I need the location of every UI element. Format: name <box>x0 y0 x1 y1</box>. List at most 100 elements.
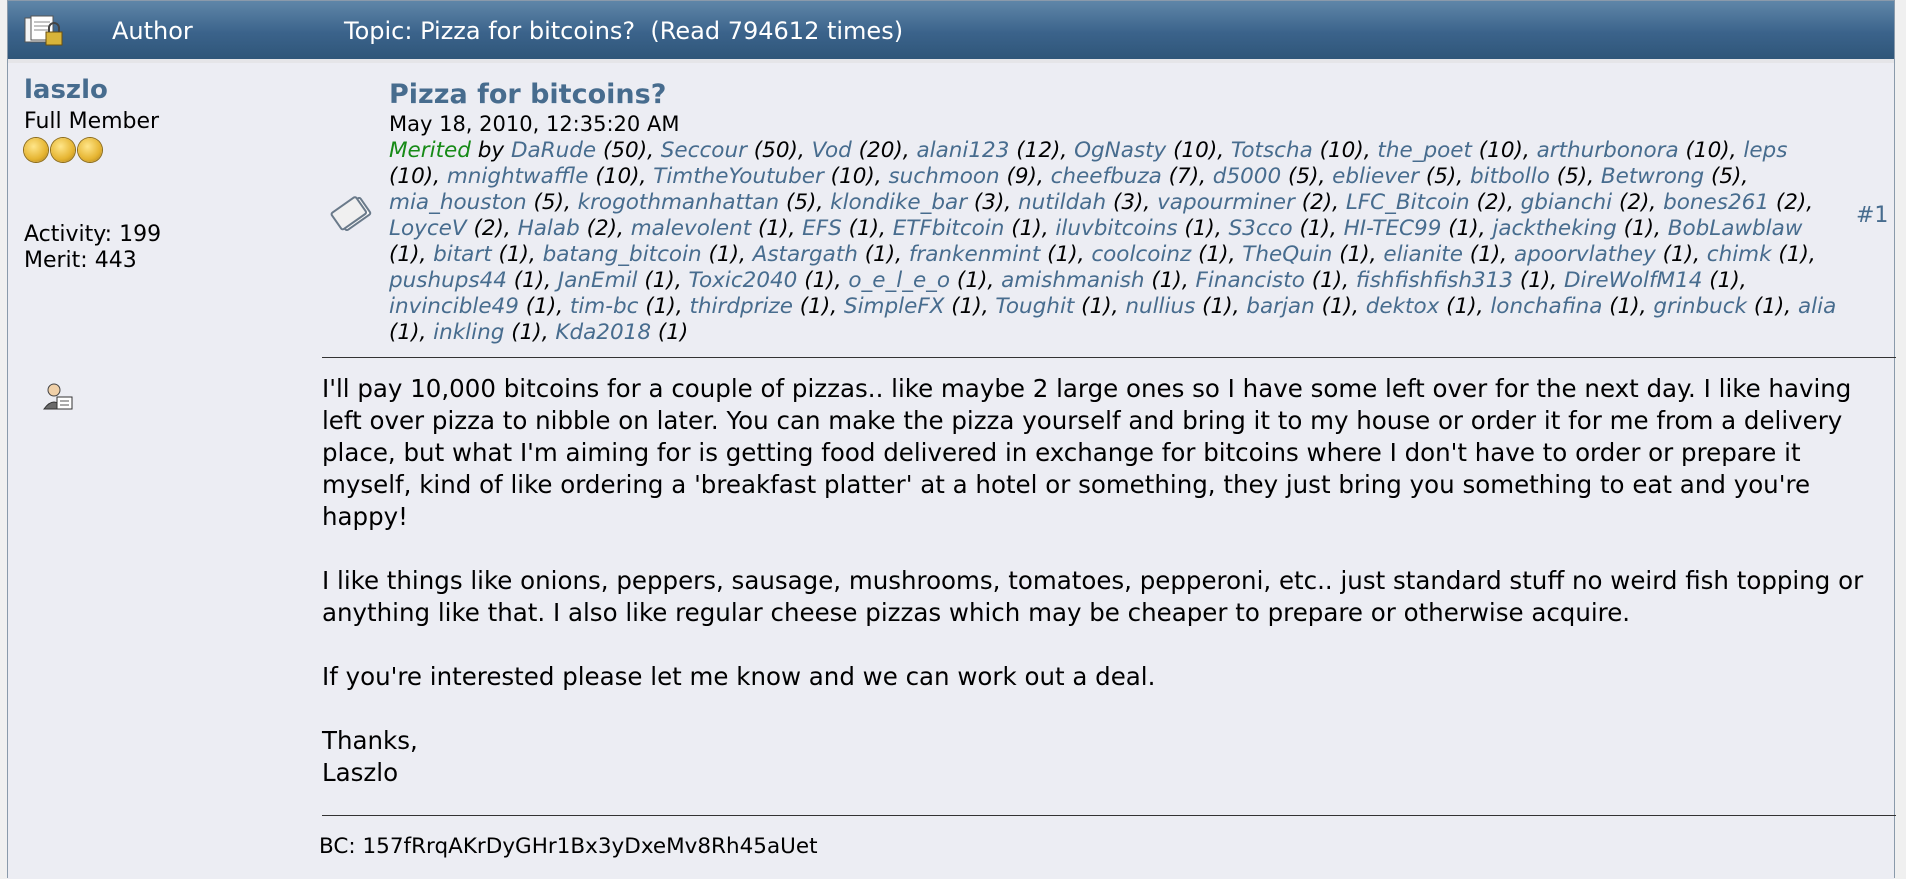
merit-user-link[interactable]: ebliever <box>1332 164 1419 189</box>
forum-frame: Author Topic: Pizza for bitcoins? (Read … <box>7 0 1896 879</box>
merit-count: (1), <box>1004 216 1056 241</box>
merit-user-link[interactable]: malevolent <box>631 216 751 241</box>
merit-user-link[interactable]: tim-bc <box>570 294 639 319</box>
merit-user-link[interactable]: chimk <box>1707 242 1772 267</box>
merit-user-link[interactable]: Astargath <box>753 242 858 267</box>
merit-user-link[interactable]: bones261 <box>1663 190 1769 215</box>
merit-user-link[interactable]: iluvbitcoins <box>1055 216 1177 241</box>
post-subject-link[interactable]: Pizza for bitcoins? <box>389 79 666 110</box>
merit-user-link[interactable]: BobLawblaw <box>1668 216 1803 241</box>
merit-user-link[interactable]: inkling <box>433 320 504 345</box>
profile-user-icon[interactable] <box>42 381 74 413</box>
merit-count: (2), <box>466 216 518 241</box>
merit-user-link[interactable]: mia_houston <box>389 190 527 215</box>
merit-user-link[interactable]: dektox <box>1366 294 1440 319</box>
merit-user-link[interactable]: Betwrong <box>1601 164 1704 189</box>
merit-user-link[interactable]: batang_bitcoin <box>543 242 702 267</box>
merit-user-link[interactable]: EFS <box>802 216 842 241</box>
merit-user-link[interactable]: Financisto <box>1196 268 1305 293</box>
merit-user-link[interactable]: the_poet <box>1377 138 1472 163</box>
merit-count: (5), <box>1281 164 1333 189</box>
merit-user-link[interactable]: nutildah <box>1018 190 1106 215</box>
post-divider <box>322 357 1896 358</box>
merit-user-link[interactable]: invincible49 <box>389 294 519 319</box>
merit-user-link[interactable]: DaRude <box>511 138 596 163</box>
merit-count: (1), <box>1191 242 1243 267</box>
merit-user-link[interactable]: amishmanish <box>1001 268 1144 293</box>
merit-user-link[interactable]: krogothmanhattan <box>578 190 780 215</box>
user-activity: Activity: 199 <box>24 222 162 247</box>
merit-count: (1), <box>1616 216 1668 241</box>
user-merit: Merit: 443 <box>24 248 137 273</box>
merit-count: (5), <box>779 190 831 215</box>
merit-user-link[interactable]: gbianchi <box>1521 190 1613 215</box>
merit-user-link[interactable]: TimtheYoutuber <box>653 164 824 189</box>
merit-user-link[interactable]: suchmoon <box>888 164 999 189</box>
merit-user-link[interactable]: frankenmint <box>909 242 1041 267</box>
merit-user-link[interactable]: alani123 <box>916 138 1009 163</box>
merit-user-link[interactable]: vapourminer <box>1157 190 1295 215</box>
merit-user-link[interactable]: SimpleFX <box>844 294 945 319</box>
merit-user-link[interactable]: DireWolfM14 <box>1564 268 1702 293</box>
merit-user-link[interactable]: arthurbonora <box>1537 138 1679 163</box>
merited-label: Merited <box>389 138 471 163</box>
merit-user-link[interactable]: Vod <box>812 138 852 163</box>
merit-user-link[interactable]: LFC_Bitcoin <box>1346 190 1470 215</box>
merit-count: (1), <box>1655 242 1707 267</box>
merit-user-link[interactable]: Toxic2040 <box>689 268 798 293</box>
merit-user-link[interactable]: cheefbuza <box>1051 164 1162 189</box>
merit-count: (10), <box>1471 138 1537 163</box>
merit-user-link[interactable]: leps <box>1743 138 1787 163</box>
merit-count: (2), <box>1612 190 1664 215</box>
merit-user-link[interactable]: apoorvlathey <box>1514 242 1656 267</box>
merit-user-link[interactable]: mnightwaffle <box>447 164 589 189</box>
merit-user-link[interactable]: lonchafina <box>1490 294 1602 319</box>
merit-count: (2), <box>1769 190 1814 215</box>
merit-count: (1), <box>1702 268 1747 293</box>
merit-user-link[interactable]: Toughit <box>995 294 1074 319</box>
merit-user-link[interactable]: bitbollo <box>1470 164 1550 189</box>
merit-count: (10), <box>1166 138 1231 163</box>
user-rank: Full Member <box>24 109 160 134</box>
merit-user-link[interactable]: jacktheking <box>1492 216 1616 241</box>
merit-user-link[interactable]: o_e_l_e_o <box>848 268 950 293</box>
merit-user-link[interactable]: Kda2018 <box>555 320 651 345</box>
merit-user-link[interactable]: LoyceV <box>389 216 467 241</box>
merit-user-link[interactable]: alia <box>1798 294 1836 319</box>
post-number-link[interactable]: #1 <box>1856 203 1888 228</box>
merit-count: (5), <box>1418 164 1470 189</box>
merit-count: (1), <box>1304 268 1356 293</box>
merit-user-link[interactable]: barjan <box>1246 294 1314 319</box>
merit-user-link[interactable]: JanEmil <box>558 268 638 293</box>
merit-user-link[interactable]: d5000 <box>1213 164 1281 189</box>
username-link[interactable]: laszlo <box>24 75 284 105</box>
merit-user-link[interactable]: Seccour <box>661 138 747 163</box>
merit-count: (1), <box>1513 268 1564 293</box>
merit-user-link[interactable]: thirdprize <box>689 294 793 319</box>
merit-user-link[interactable]: bitart <box>433 242 492 267</box>
merit-count: (20), <box>851 138 917 163</box>
merit-count: (7), <box>1161 164 1213 189</box>
post-paragraph: I'll pay 10,000 bitcoins for a couple of… <box>322 374 1852 531</box>
merit-count: (10), <box>1312 138 1378 163</box>
merit-user-link[interactable]: TheQuin <box>1242 242 1332 267</box>
merit-user-link[interactable]: fishfishfish313 <box>1356 268 1513 293</box>
merit-user-link[interactable]: coolcoinz <box>1091 242 1191 267</box>
merit-user-link[interactable]: pushups44 <box>389 268 507 293</box>
merit-user-link[interactable]: grinbuck <box>1653 294 1747 319</box>
merit-user-link[interactable]: HI-TEC99 <box>1344 216 1442 241</box>
merit-user-link[interactable]: klondike_bar <box>830 190 967 215</box>
merit-count: (1), <box>506 268 558 293</box>
merit-user-link[interactable]: OgNasty <box>1074 138 1166 163</box>
merit-count: (12), <box>1009 138 1075 163</box>
post-paragraph: I like things like onions, peppers, saus… <box>322 566 1864 627</box>
merit-user-link[interactable]: elianite <box>1383 242 1463 267</box>
merit-count: (1), <box>1292 216 1344 241</box>
merit-user-link[interactable]: nullius <box>1125 294 1195 319</box>
merit-list: Merited by DaRude (50), Seccour (50), Vo… <box>389 138 1844 346</box>
merit-user-link[interactable]: Halab <box>518 216 580 241</box>
merit-user-link[interactable]: S3cco <box>1229 216 1293 241</box>
merit-user-link[interactable]: Totscha <box>1231 138 1313 163</box>
merit-count: (1), <box>518 294 570 319</box>
merit-user-link[interactable]: ETFbitcoin <box>893 216 1005 241</box>
